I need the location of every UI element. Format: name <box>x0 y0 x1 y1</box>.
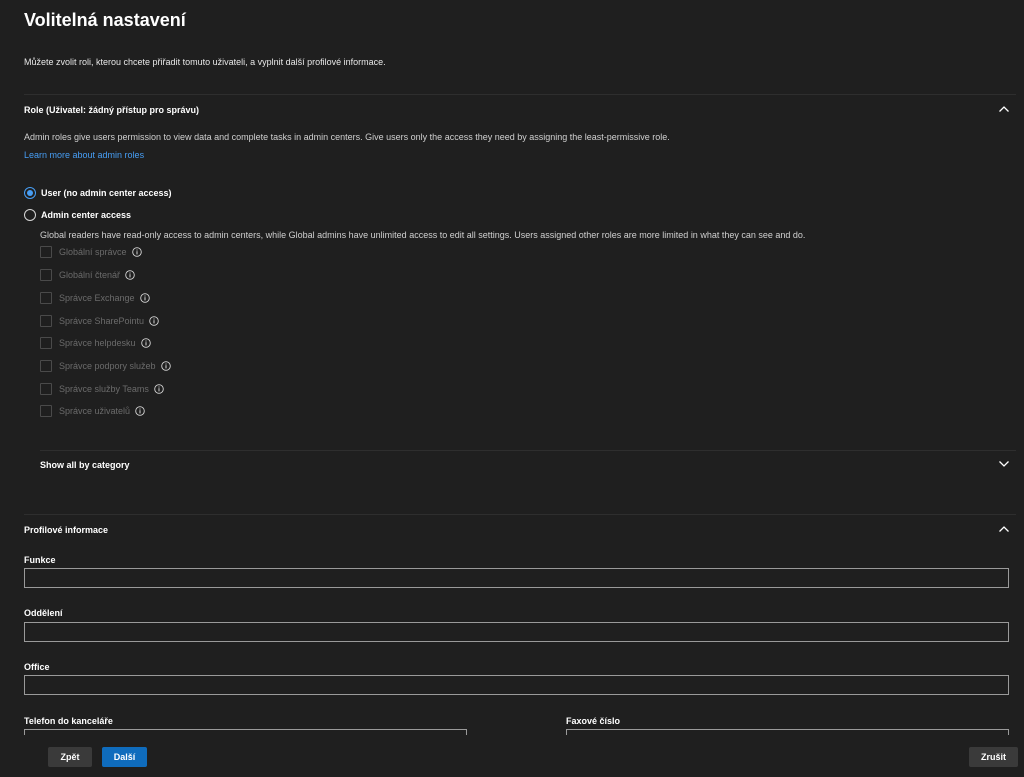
radio-label: User (no admin center access) <box>41 188 172 198</box>
checkbox-helpdesk-admin[interactable]: Správce helpdesku <box>40 337 151 349</box>
profile-section-title[interactable]: Profilové informace <box>24 525 108 535</box>
fax-label: Faxové číslo <box>566 716 621 726</box>
divider <box>24 514 1016 515</box>
roles-section-title[interactable]: Role (Uživatel: žádný přístup pro správu… <box>24 105 199 115</box>
department-input[interactable] <box>24 622 1009 642</box>
info-icon[interactable] <box>125 270 135 280</box>
show-all-by-category[interactable]: Show all by category <box>40 460 130 470</box>
checkbox[interactable] <box>40 269 52 281</box>
roles-description: Admin roles give users permission to vie… <box>24 132 670 142</box>
checkbox[interactable] <box>40 246 52 258</box>
office-phone-label: Telefon do kanceláře <box>24 716 113 726</box>
page-intro: Můžete zvolit roli, kterou chcete přiřad… <box>24 57 386 67</box>
checkbox-label: Správce podpory služeb <box>59 361 156 371</box>
checkbox-exchange-admin[interactable]: Správce Exchange <box>40 292 150 304</box>
checkbox-label: Správce uživatelů <box>59 406 131 416</box>
checkbox-label: Správce služby Teams <box>59 384 149 394</box>
office-label: Office <box>24 662 50 672</box>
admin-access-description: Global readers have read-only access to … <box>40 230 806 240</box>
info-icon[interactable] <box>135 406 145 416</box>
checkbox[interactable] <box>40 337 52 349</box>
department-label: Oddělení <box>24 608 63 618</box>
chevron-up-icon[interactable] <box>997 522 1011 536</box>
radio-admin-center-access[interactable]: Admin center access <box>24 209 131 221</box>
checkbox-label: Globální správce <box>59 247 127 257</box>
info-icon[interactable] <box>149 316 159 326</box>
checkbox-global-reader[interactable]: Globální čtenář <box>40 269 135 281</box>
job-title-input[interactable] <box>24 568 1009 588</box>
radio-label: Admin center access <box>41 210 132 220</box>
divider <box>24 94 1016 95</box>
checkbox-label: Globální čtenář <box>59 270 121 280</box>
checkbox-sharepoint-admin[interactable]: Správce SharePointu <box>40 315 159 327</box>
main-panel: Volitelná nastavení Můžete zvolit roli, … <box>0 0 1024 735</box>
info-icon[interactable] <box>160 361 171 371</box>
checkbox-label: Správce helpdesku <box>59 338 136 348</box>
checkbox-service-support-admin[interactable]: Správce podpory služeb <box>40 360 171 372</box>
info-icon[interactable] <box>131 247 142 257</box>
checkbox[interactable] <box>40 405 52 417</box>
info-icon[interactable] <box>154 384 164 394</box>
chevron-up-icon[interactable] <box>997 102 1011 116</box>
checkbox[interactable] <box>40 383 52 395</box>
checkbox-label: Správce SharePointu <box>59 316 145 326</box>
checkbox-label: Správce Exchange <box>59 293 135 303</box>
chevron-down-icon[interactable] <box>997 457 1011 471</box>
next-button[interactable]: Další <box>102 747 147 767</box>
radio-button[interactable] <box>24 209 36 221</box>
checkbox-global-admin[interactable]: Globální správce <box>40 246 142 258</box>
cancel-button[interactable]: Zrušit <box>969 747 1018 767</box>
checkbox[interactable] <box>40 360 52 372</box>
info-icon[interactable] <box>139 293 150 303</box>
footer-bar: Zpět Další Zrušit <box>0 735 1024 777</box>
radio-button-checked[interactable] <box>24 187 36 199</box>
radio-user-no-admin[interactable]: User (no admin center access) <box>24 187 172 199</box>
page-title: Volitelná nastavení <box>24 10 186 30</box>
checkbox[interactable] <box>40 315 52 327</box>
checkbox-user-admin[interactable]: Správce uživatelů <box>40 405 145 417</box>
info-icon[interactable] <box>140 338 151 348</box>
back-button[interactable]: Zpět <box>48 747 92 767</box>
checkbox-teams-admin[interactable]: Správce služby Teams <box>40 383 164 395</box>
divider <box>40 450 1016 451</box>
job-title-label: Funkce <box>24 555 56 565</box>
learn-more-link[interactable]: Learn more about admin roles <box>24 150 144 160</box>
office-input[interactable] <box>24 675 1009 695</box>
checkbox[interactable] <box>40 292 52 304</box>
